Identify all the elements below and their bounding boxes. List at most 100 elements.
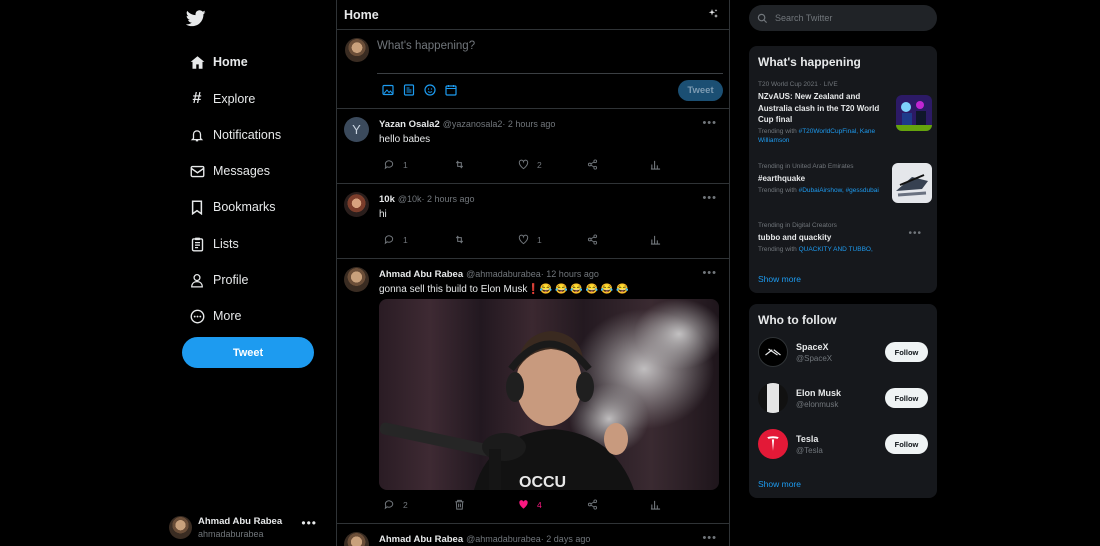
- retweet-button[interactable]: [454, 234, 465, 245]
- analytics-icon: [650, 235, 661, 245]
- sparkle-icon[interactable]: [707, 8, 719, 20]
- follow-suggestion[interactable]: Tesla @Tesla Follow: [758, 428, 928, 460]
- like-button[interactable]: 1: [518, 234, 542, 245]
- delete-button[interactable]: [454, 499, 465, 510]
- more-dots-icon[interactable]: •••: [702, 267, 717, 279]
- nav-more[interactable]: More: [189, 304, 241, 328]
- share-icon: [587, 499, 598, 510]
- tweet-author[interactable]: Yazan Osala2: [379, 119, 440, 130]
- compose-tweet-button[interactable]: Tweet: [678, 80, 723, 101]
- tweet-author[interactable]: Ahmad Abu Rabea: [379, 534, 463, 545]
- nav-label: Home: [213, 55, 248, 69]
- home-icon: [189, 54, 205, 70]
- follow-suggestion[interactable]: Elon Musk @elonmusk Follow: [758, 382, 928, 414]
- twitter-logo-icon[interactable]: [186, 10, 206, 30]
- svg-text:OCCU: OCCU: [519, 474, 566, 490]
- nav-lists[interactable]: Lists: [189, 232, 239, 256]
- analytics-button[interactable]: [650, 159, 661, 170]
- envelope-icon: [189, 163, 205, 179]
- account-name: Ahmad Abu Rabea: [198, 515, 283, 527]
- trend-item[interactable]: Trending in Digital Creators tubbo and q…: [758, 222, 932, 254]
- like-button[interactable]: 2: [518, 159, 542, 170]
- gif-icon[interactable]: [403, 84, 415, 96]
- follow-button[interactable]: Follow: [885, 342, 928, 362]
- reply-icon: [384, 160, 394, 170]
- trend-item[interactable]: T20 World Cup 2021 · LIVE NZvAUS: New Ze…: [758, 81, 932, 145]
- more-dots-icon[interactable]: •••: [908, 228, 922, 239]
- trend-context: Trending in United Arab Emirates: [758, 163, 854, 170]
- more-dots-icon[interactable]: •••: [702, 117, 717, 129]
- share-button[interactable]: [587, 159, 598, 170]
- trend-title: NZvAUS: New Zealand and Australia clash …: [758, 92, 880, 124]
- trend-sub-prefix: Trending with: [758, 127, 799, 135]
- show-more-link[interactable]: Show more: [758, 274, 801, 284]
- trend-item[interactable]: Trending in United Arab Emirates #earthq…: [758, 163, 932, 203]
- image-icon[interactable]: [382, 84, 394, 96]
- nav-label: More: [213, 309, 242, 323]
- reply-button[interactable]: 1: [384, 159, 408, 170]
- sidebar-tweet-button[interactable]: Tweet: [182, 337, 314, 368]
- follow-suggestion[interactable]: SpaceX @SpaceX Follow: [758, 336, 928, 368]
- account-switcher[interactable]: Ahmad Abu Rabea ahmadaburabea •••: [169, 512, 321, 542]
- tweet[interactable]: Ahmad Abu Rabea @ahmadaburabea· 12 hours …: [337, 259, 729, 524]
- tweet-actions: 2 4: [384, 499, 674, 511]
- tweet[interactable]: 10k @10k· 2 hours ago ••• hi 1 1: [337, 184, 729, 259]
- more-dots-icon[interactable]: •••: [702, 532, 717, 544]
- nav-label: Profile: [213, 273, 249, 287]
- analytics-button[interactable]: [650, 499, 661, 510]
- like-count: 1: [537, 234, 542, 245]
- analytics-button[interactable]: [650, 234, 661, 245]
- card-title: What's happening: [758, 55, 861, 69]
- timeline-header: Home: [337, 0, 729, 30]
- nav-label: Messages: [213, 164, 270, 178]
- share-icon: [587, 159, 598, 170]
- nav-messages[interactable]: Messages: [189, 159, 270, 183]
- avatar: Y: [344, 117, 369, 142]
- emoji-icon[interactable]: [424, 84, 436, 96]
- account-handle: @elonmusk: [796, 399, 839, 409]
- nav-notifications[interactable]: Notifications: [189, 123, 281, 147]
- share-button[interactable]: [587, 234, 598, 245]
- tweet[interactable]: Ahmad Abu Rabea @ahmadaburabea· 2 days ag…: [337, 524, 729, 546]
- nav-bookmarks[interactable]: Bookmarks: [189, 195, 276, 219]
- trend-sub-prefix: Trending with: [758, 245, 799, 253]
- tweet-text: gonna sell this build to Elon Musk❗😂 😂 😂…: [379, 284, 629, 295]
- nav-explore[interactable]: # Explore: [189, 87, 256, 111]
- trend-context: Trending in Digital Creators: [758, 222, 837, 229]
- analytics-icon: [650, 500, 661, 510]
- tweet-author[interactable]: Ahmad Abu Rabea: [379, 269, 463, 280]
- more-dots-icon[interactable]: •••: [702, 192, 717, 204]
- tweet-meta: @10k· 2 hours ago: [397, 194, 475, 204]
- tweet-text: hello babes: [379, 134, 431, 145]
- search-bar[interactable]: [749, 5, 937, 31]
- whats-happening-card: What's happening T20 World Cup 2021 · LI…: [749, 46, 937, 293]
- avatar: [344, 267, 369, 292]
- schedule-icon[interactable]: [445, 84, 457, 96]
- retweet-button[interactable]: [454, 159, 465, 170]
- show-more-link[interactable]: Show more: [758, 479, 801, 489]
- reply-button[interactable]: 2: [384, 499, 408, 510]
- tweet-header: Yazan Osala2 @yazanosala2· 2 hours ago: [379, 119, 555, 130]
- right-sidebar: What's happening T20 World Cup 2021 · LI…: [749, 0, 937, 546]
- trend-links[interactable]: #DubaiAirshow, #gessdubai: [799, 187, 879, 194]
- tweet[interactable]: Y Yazan Osala2 @yazanosala2· 2 hours ago …: [337, 109, 729, 184]
- left-sidebar: Home # Explore Notifications Messages Bo…: [0, 0, 336, 546]
- trash-icon: [455, 499, 464, 510]
- follow-button[interactable]: Follow: [885, 388, 928, 408]
- tweet-meta: @yazanosala2· 2 hours ago: [442, 119, 556, 129]
- nav-profile[interactable]: Profile: [189, 268, 248, 292]
- search-input[interactable]: [775, 13, 925, 23]
- tweet-composer: What's happening? Tweet: [337, 30, 729, 109]
- reply-button[interactable]: 1: [384, 234, 408, 245]
- trend-links[interactable]: QUACKITY AND TUBBO,: [799, 246, 873, 253]
- follow-button[interactable]: Follow: [885, 434, 928, 454]
- account-handle: @Tesla: [796, 445, 823, 455]
- tweet-author[interactable]: 10k: [379, 194, 395, 205]
- compose-input[interactable]: What's happening?: [377, 40, 475, 52]
- tweet-media-image[interactable]: OCCU: [379, 299, 719, 490]
- like-button[interactable]: 4: [518, 499, 542, 510]
- share-button[interactable]: [587, 499, 598, 510]
- like-count: 2: [537, 159, 542, 170]
- reply-count: 2: [403, 499, 408, 510]
- nav-home[interactable]: Home: [189, 50, 248, 74]
